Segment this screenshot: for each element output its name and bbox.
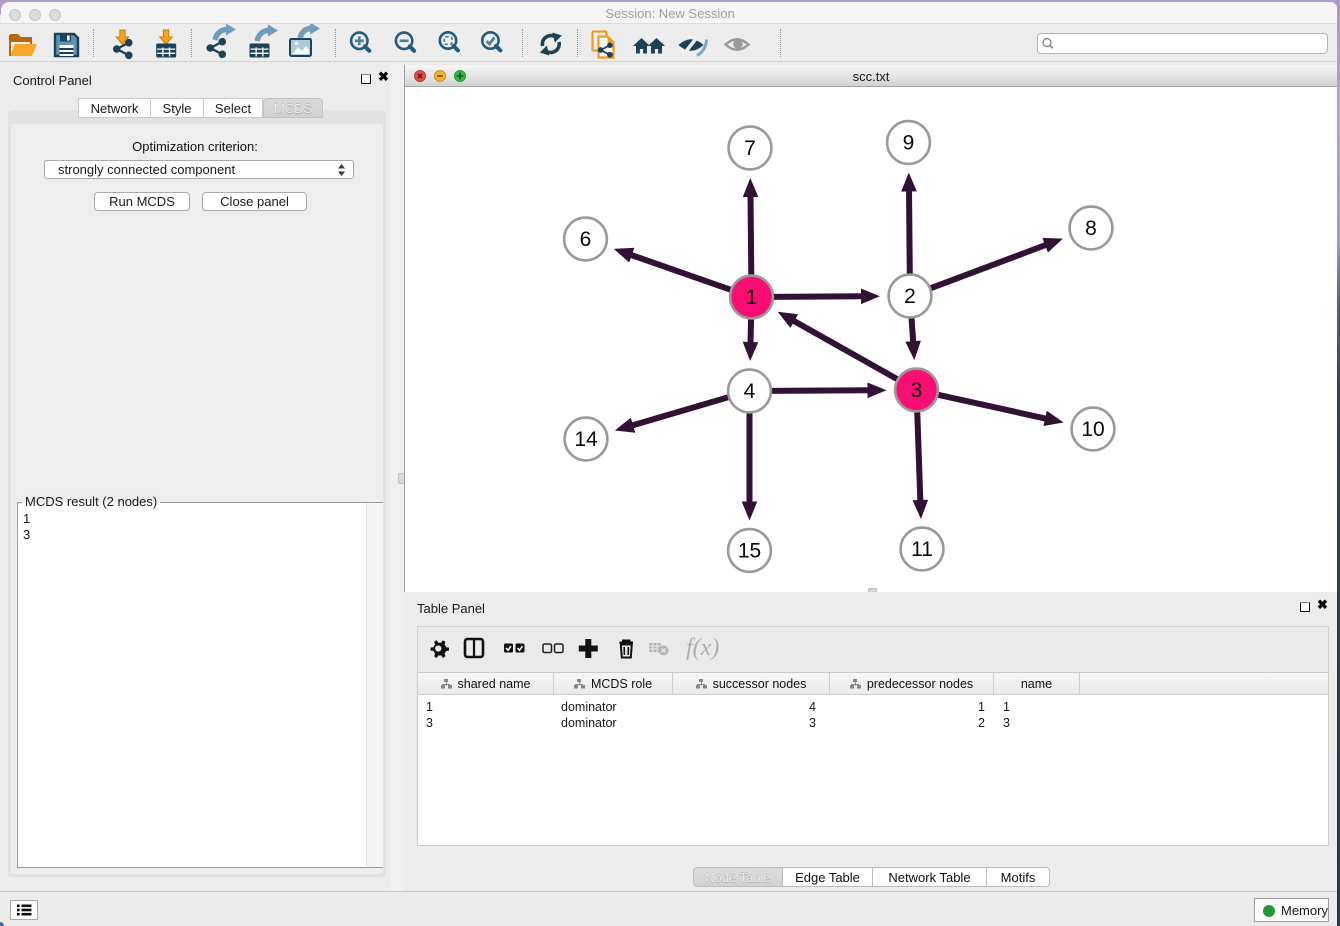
svg-text:9: 9 <box>903 132 915 155</box>
svg-text:8: 8 <box>1085 217 1097 240</box>
svg-text:f(x): f(x) <box>686 635 719 661</box>
svg-text:15: 15 <box>738 540 761 563</box>
svg-text:2: 2 <box>904 285 916 308</box>
svg-text:1: 1 <box>746 286 758 309</box>
svg-text:10: 10 <box>1081 418 1104 441</box>
svg-text:6: 6 <box>580 228 592 251</box>
svg-text:3: 3 <box>911 379 923 402</box>
svg-text:11: 11 <box>911 538 933 561</box>
svg-text:7: 7 <box>744 137 756 160</box>
svg-text:14: 14 <box>574 428 598 451</box>
svg-text:4: 4 <box>744 380 756 403</box>
